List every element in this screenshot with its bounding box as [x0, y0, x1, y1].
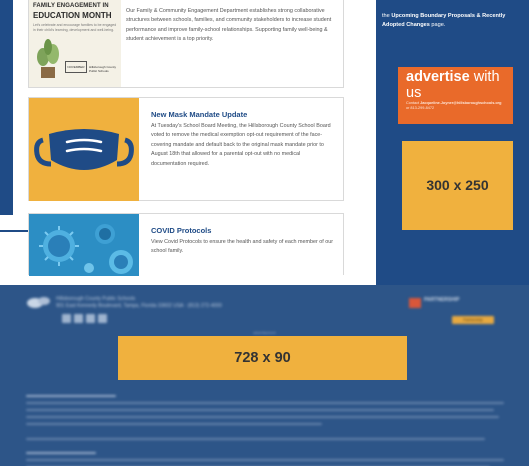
- card-body-text: Our Family & Community Engagement Depart…: [126, 8, 332, 43]
- ad-size-label: 728 x 90: [234, 350, 291, 366]
- thumb-caption: Let's celebrate and encourage families t…: [33, 23, 117, 32]
- news-card-family-engagement[interactable]: FAMILY ENGAGEMENT IN EDUCATION MONTH Let…: [28, 0, 344, 88]
- mask-thumbnail[interactable]: [29, 98, 139, 201]
- virus-image: [29, 214, 139, 276]
- ad-placeholder-300x250[interactable]: 300 x 250: [402, 141, 513, 230]
- ad-placeholder-728x90[interactable]: 728 x 90: [118, 336, 407, 380]
- left-gap: [0, 215, 13, 285]
- footer-address: 901 East Kennedy Boulevard, Tampa, Flori…: [56, 302, 222, 309]
- left-divider-line: [0, 230, 30, 232]
- advertise-email[interactable]: Jacqueline.Joyner@hillsboroughschools.or…: [420, 101, 501, 105]
- card-body-text: View Covid Protocols to ensure the healt…: [151, 239, 334, 255]
- footer-legal-text: [26, 395, 504, 466]
- twitter-icon[interactable]: [74, 314, 83, 323]
- partnership-flag-icon: [409, 298, 421, 308]
- partnership-logo[interactable]: PARTNERSHIP: [408, 297, 468, 311]
- plant-illustration-icon: [37, 39, 59, 78]
- social-links: [62, 314, 107, 323]
- district-logo-icon[interactable]: [26, 295, 52, 309]
- advertise-phone: or 813-299-8472: [406, 106, 435, 110]
- footer-org-info: Hillsborough County Public Schools 901 E…: [56, 296, 222, 309]
- ad-size-label: 300 x 250: [426, 177, 489, 193]
- site-footer: Hillsborough County Public Schools 901 E…: [0, 285, 529, 466]
- family-engagement-thumbnail[interactable]: FAMILY ENGAGEMENT IN EDUCATION MONTH Let…: [29, 0, 121, 87]
- instagram-icon[interactable]: [98, 314, 107, 323]
- thumb-heading-line2: EDUCATION MONTH: [33, 11, 112, 20]
- mask-icon: [34, 129, 134, 170]
- left-accent-bar: [0, 0, 13, 230]
- virus-thumbnail[interactable]: [29, 214, 139, 276]
- news-card-mask-mandate[interactable]: New Mask Mandate Update At Tuesday's Sch…: [28, 97, 344, 201]
- november-badge: NOVEMBER: [65, 61, 87, 73]
- advertise-with-us-banner[interactable]: advertise with us Contact Jacqueline.Joy…: [398, 67, 513, 124]
- card-title[interactable]: New Mask Mandate Update: [151, 110, 337, 119]
- youtube-icon[interactable]: [86, 314, 95, 323]
- card-body-text: At Tuesday's School Board Meeting, the H…: [151, 123, 331, 167]
- advertise-heading: advertise with us: [406, 69, 500, 101]
- hcps-logo-icon: Hillsborough County Public Schools: [89, 65, 117, 73]
- news-card-covid-protocols[interactable]: COVID Protocols View Covid Protocols to …: [28, 213, 344, 276]
- footer-ad-label: advertisement: [253, 331, 276, 335]
- facebook-icon[interactable]: [62, 314, 71, 323]
- partnership-button[interactable]: Partnership: [452, 316, 494, 324]
- thumb-heading-line1: FAMILY ENGAGEMENT IN: [33, 3, 109, 9]
- card-title[interactable]: COVID Protocols: [151, 226, 337, 235]
- boundary-info-text: the Upcoming Boundary Proposals & Recent…: [382, 13, 506, 28]
- advertise-contact: Contact Jacqueline.Joyner@hillsboroughsc…: [406, 101, 502, 110]
